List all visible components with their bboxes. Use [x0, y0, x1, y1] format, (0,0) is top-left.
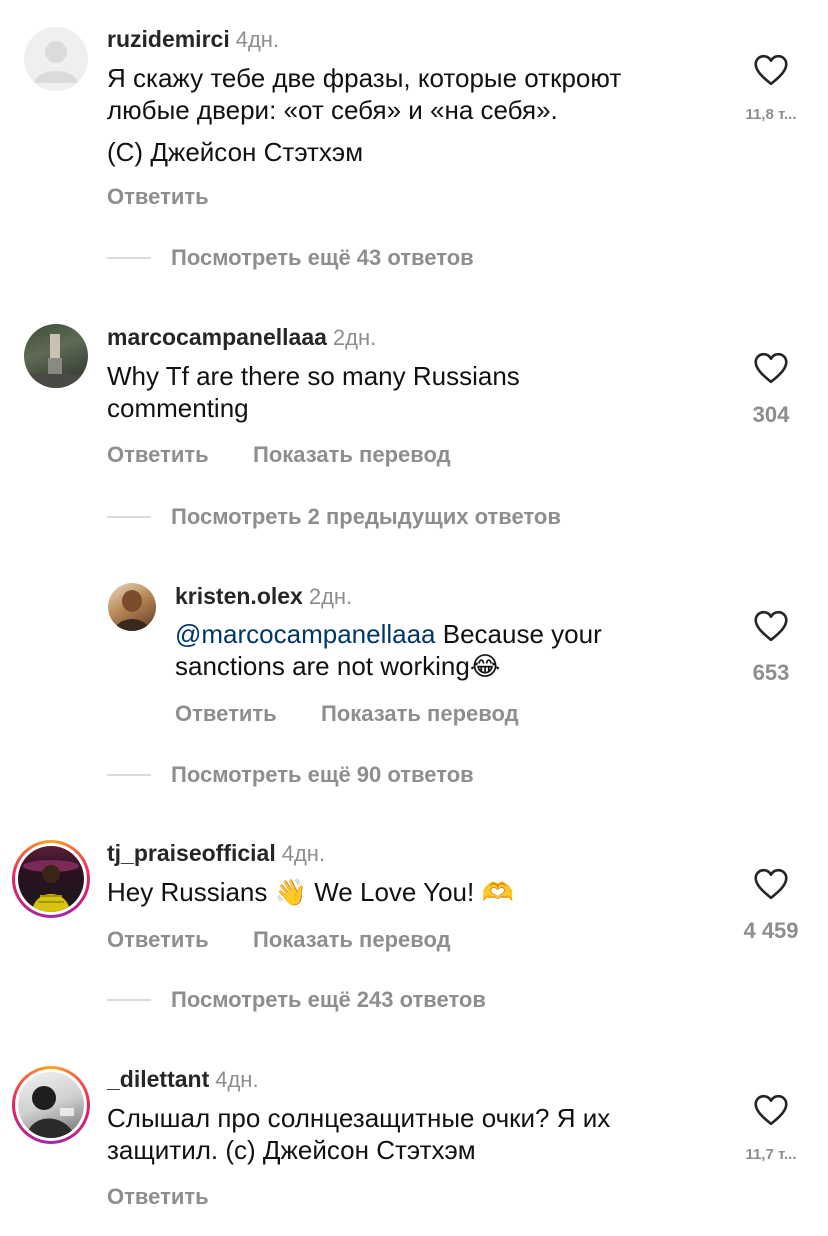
reply-button[interactable]: Ответить — [107, 927, 209, 953]
comment-text-line: sanctions are not working😂 — [175, 650, 602, 682]
heart-outline-icon[interactable] — [753, 610, 789, 642]
view-more-replies-button[interactable]: Посмотреть ещё 243 ответов — [171, 987, 486, 1013]
show-translation-button[interactable]: Показать перевод — [253, 927, 451, 953]
reply-button[interactable]: Ответить — [175, 701, 277, 727]
comment-time: 2дн. — [332, 325, 377, 350]
user-avatar[interactable] — [24, 324, 88, 388]
mention-link[interactable]: @marcocampanellaaa — [175, 619, 436, 649]
like-count: 4 459 — [743, 918, 799, 943]
heart-outline-icon[interactable] — [753, 868, 789, 900]
username-link[interactable]: kristen.olex — [175, 583, 303, 609]
story-ring-avatar[interactable] — [12, 840, 90, 918]
comment-time: 4дн. — [281, 841, 326, 866]
view-previous-replies-button[interactable]: Посмотреть 2 предыдущих ответов — [171, 504, 561, 530]
like-count: 11,7 т... — [745, 1146, 797, 1163]
comment-header: tj_praiseofficial 4дн. — [107, 840, 325, 867]
comment-header: kristen.olex 2дн. — [175, 583, 352, 610]
reply-button[interactable]: Ответить — [107, 442, 209, 468]
comment-text-line: любые двери: «от себя» и «на себя». — [107, 95, 558, 125]
reply-button[interactable]: Ответить — [107, 1184, 209, 1210]
comment-text: @marcocampanellaaa Because your sanction… — [175, 618, 602, 682]
comment-time: 4дн. — [215, 1067, 259, 1092]
username-link[interactable]: _dilettant — [107, 1066, 209, 1092]
default-avatar-icon[interactable] — [24, 27, 88, 91]
comment-header: marcocampanellaaa 2дн. — [107, 324, 376, 351]
laughing-emoji: 😂 — [469, 651, 501, 681]
view-more-replies-button[interactable]: Посмотреть ещё 90 ответов — [171, 762, 474, 788]
story-ring-avatar[interactable] — [12, 1066, 90, 1144]
show-translation-button[interactable]: Показать перевод — [321, 701, 519, 727]
user-avatar[interactable] — [108, 583, 156, 631]
username-link[interactable]: ruzidemirci — [107, 26, 230, 52]
username-link[interactable]: marcocampanellaaa — [107, 324, 327, 350]
like-count: 11,8 т... — [745, 106, 797, 123]
comment-text-line: Я скажу тебе две фразы, которые откроют — [107, 63, 622, 93]
comment-text: Why Tf are there so many Russians commen… — [107, 360, 520, 424]
username-link[interactable]: tj_praiseofficial — [107, 840, 276, 866]
comment-text-segment: sanctions are not working — [175, 651, 470, 681]
comment-text: Hey Russians 👋 We Love You! 🫶 — [107, 876, 514, 908]
comment-time: 4дн. — [235, 27, 280, 52]
comment-text-segment: We Love You! — [307, 877, 482, 907]
comment-time: 2дн. — [308, 584, 353, 609]
comment-text-line: @marcocampanellaaa Because your — [175, 618, 602, 650]
view-more-replies-button[interactable]: Посмотреть ещё 43 ответов — [171, 245, 474, 271]
comment-text-line: Why Tf are there so many Russians — [107, 361, 520, 391]
divider-line — [107, 257, 151, 259]
heart-hands-emoji: 🫶 — [481, 877, 514, 907]
comment-text-line: commenting — [107, 393, 249, 423]
comment-text-line: Слышал про солнцезащитные очки? Я их — [107, 1103, 611, 1133]
reply-button[interactable]: Ответить — [107, 184, 209, 210]
comment-text: Слышал про солнцезащитные очки? Я их защ… — [107, 1102, 610, 1166]
comment-header: _dilettant 4дн. — [107, 1066, 259, 1093]
heart-outline-icon[interactable] — [753, 352, 789, 384]
comment-header: ruzidemirci 4дн. — [107, 26, 279, 53]
show-translation-button[interactable]: Показать перевод — [253, 442, 451, 468]
waving-hand-emoji: 👋 — [274, 877, 307, 907]
heart-outline-icon[interactable] — [753, 1094, 789, 1126]
comment-text-line: (С) Джейсон Стэтхэм — [107, 137, 364, 167]
divider-line — [107, 774, 151, 776]
comment-text-segment: Because your — [435, 619, 602, 649]
comment-text-segment: Hey Russians — [107, 877, 275, 907]
divider-line — [107, 999, 151, 1001]
divider-line — [107, 516, 151, 518]
heart-outline-icon[interactable] — [753, 54, 789, 86]
comment-text: Я скажу тебе две фразы, которые откроют … — [107, 62, 621, 168]
comment-text-line: защитил. (с) Джейсон Стэтхэм — [107, 1135, 476, 1165]
like-count: 304 — [752, 402, 790, 427]
like-count: 653 — [752, 660, 790, 685]
